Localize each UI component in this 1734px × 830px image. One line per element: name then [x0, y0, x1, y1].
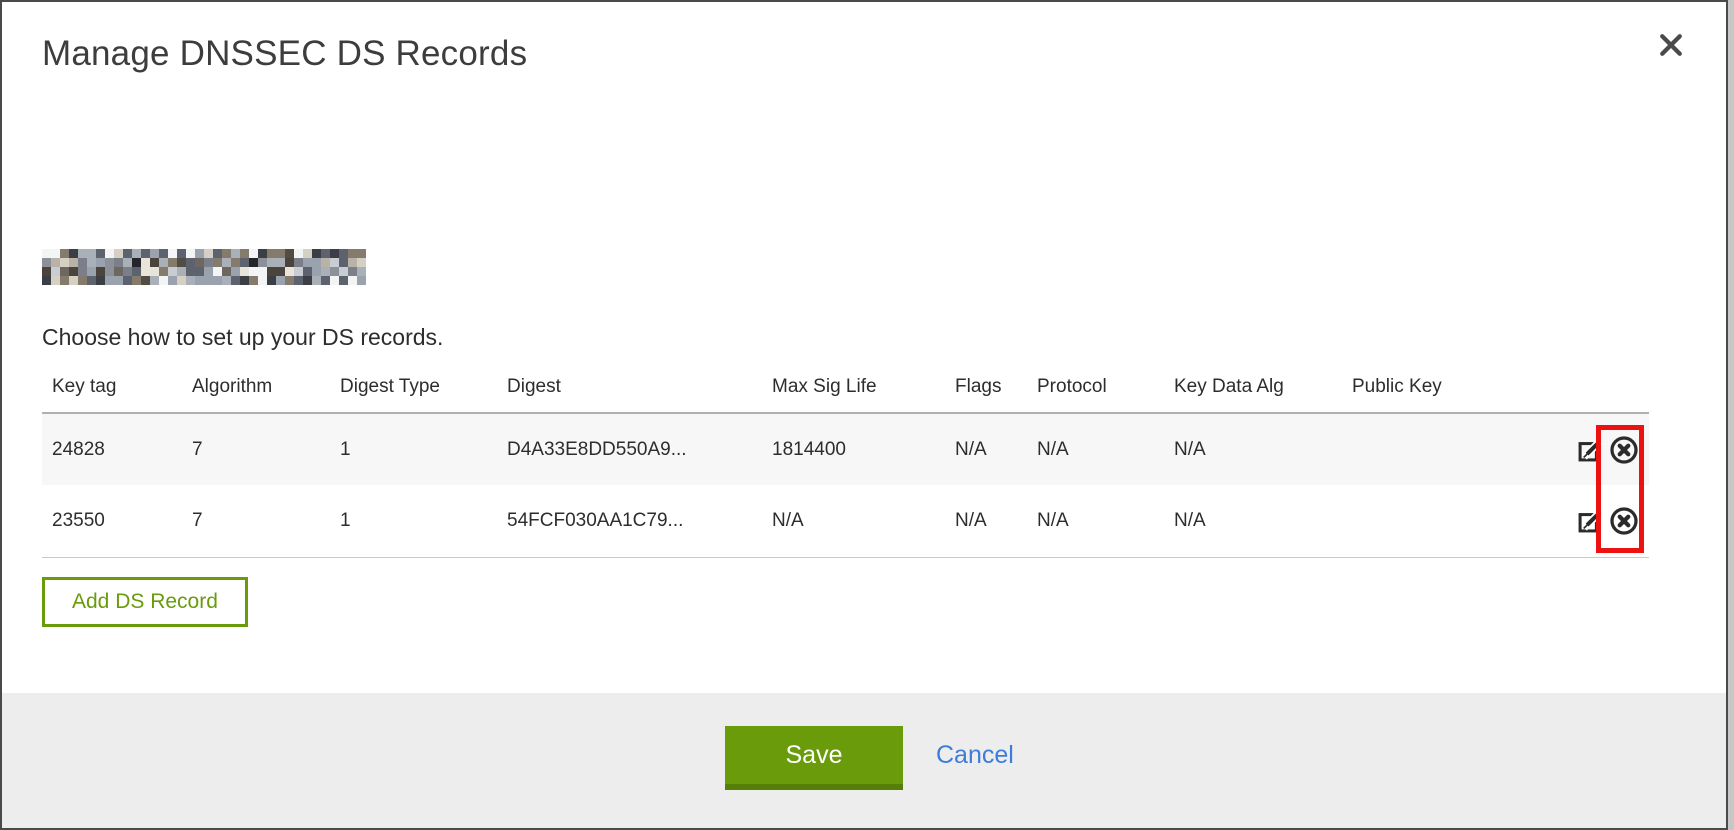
- cell-public-key: [1342, 413, 1567, 485]
- dialog-footer: Save Cancel: [2, 693, 1726, 828]
- col-header-digest-type: Digest Type: [330, 370, 497, 413]
- delete-icon[interactable]: [1609, 506, 1639, 536]
- close-icon[interactable]: [1656, 28, 1690, 62]
- col-header-algorithm: Algorithm: [182, 370, 330, 413]
- edit-icon[interactable]: [1576, 435, 1604, 465]
- table-header-row: Key tag Algorithm Digest Type Digest Max…: [42, 370, 1649, 413]
- cell-digest-type: 1: [330, 413, 497, 485]
- table-row: 24828 7 1 D4A33E8DD550A9... 1814400 N/A …: [42, 413, 1649, 485]
- cell-algorithm: 7: [182, 413, 330, 485]
- cell-flags: N/A: [945, 413, 1027, 485]
- edit-icon[interactable]: [1576, 506, 1604, 536]
- col-header-key-tag: Key tag: [42, 370, 182, 413]
- cell-key-tag: 24828: [42, 413, 182, 485]
- cell-max-sig-life: 1814400: [762, 413, 945, 485]
- cell-public-key: [1342, 485, 1567, 557]
- cell-digest: D4A33E8DD550A9...: [497, 413, 762, 485]
- col-header-public-key: Public Key: [1342, 370, 1567, 413]
- cell-key-tag: 23550: [42, 485, 182, 557]
- cell-digest: 54FCF030AA1C79...: [497, 485, 762, 557]
- add-ds-record-button[interactable]: Add DS Record: [42, 577, 248, 627]
- delete-icon[interactable]: [1609, 435, 1639, 465]
- col-header-digest: Digest: [497, 370, 762, 413]
- manage-dnssec-ds-records-dialog: Manage DNSSEC DS Records Choose how to s…: [0, 0, 1728, 830]
- cell-digest-type: 1: [330, 485, 497, 557]
- col-header-max-sig-life: Max Sig Life: [762, 370, 945, 413]
- dialog-title: Manage DNSSEC DS Records: [42, 34, 527, 74]
- cell-key-data-alg: N/A: [1164, 413, 1342, 485]
- table-row: 23550 7 1 54FCF030AA1C79... N/A N/A N/A …: [42, 485, 1649, 557]
- cell-algorithm: 7: [182, 485, 330, 557]
- redacted-domain-name: [42, 249, 366, 285]
- col-header-protocol: Protocol: [1027, 370, 1164, 413]
- col-header-actions: [1567, 370, 1649, 413]
- cell-protocol: N/A: [1027, 413, 1164, 485]
- col-header-key-data-alg: Key Data Alg: [1164, 370, 1342, 413]
- cancel-link[interactable]: Cancel: [936, 741, 1014, 770]
- cell-max-sig-life: N/A: [762, 485, 945, 557]
- col-header-flags: Flags: [945, 370, 1027, 413]
- instruction-text: Choose how to set up your DS records.: [42, 324, 443, 351]
- save-button[interactable]: Save: [725, 726, 903, 790]
- cell-protocol: N/A: [1027, 485, 1164, 557]
- ds-records-table: Key tag Algorithm Digest Type Digest Max…: [42, 370, 1649, 558]
- cell-key-data-alg: N/A: [1164, 485, 1342, 557]
- cell-flags: N/A: [945, 485, 1027, 557]
